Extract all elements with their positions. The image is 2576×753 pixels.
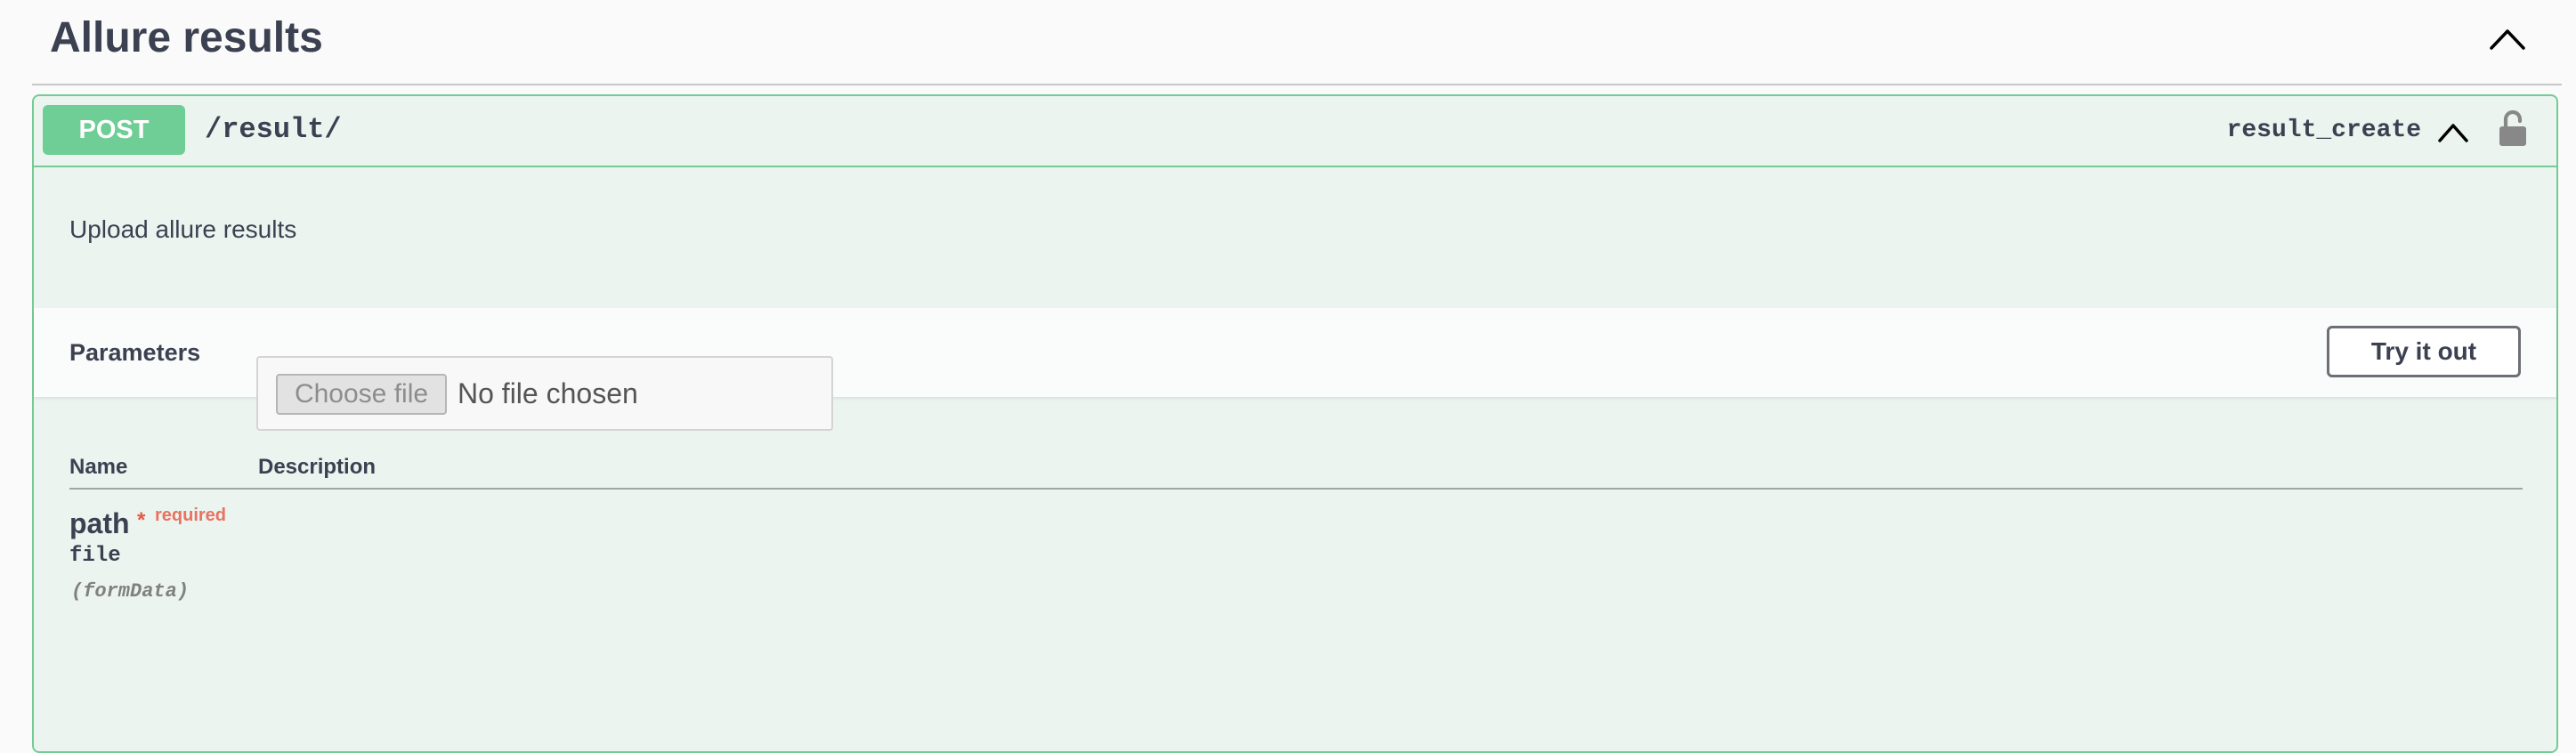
required-marker: * (137, 508, 146, 532)
operation-summary[interactable]: POST /result/ result_create (34, 96, 2556, 167)
unlocked-padlock-icon[interactable] (2498, 110, 2528, 146)
parameter-row: path * required file (formData) (69, 506, 2523, 612)
parameters-title: Parameters (69, 339, 201, 366)
tag-section: Allure results POST /result/ result_crea… (32, 0, 2562, 753)
parameter-type: file (69, 544, 121, 568)
column-header-description: Description (258, 455, 377, 479)
tag-title: Allure results (50, 14, 323, 61)
operation-block: POST /result/ result_create Upload allur… (32, 94, 2558, 753)
try-it-out-button[interactable]: Try it out (2327, 326, 2521, 377)
parameter-name: path (69, 507, 130, 539)
parameter-location: (formData) (71, 580, 190, 603)
parameters-table-header: Name Description (69, 452, 2523, 490)
column-header-name: Name (69, 455, 128, 479)
operation-path: /result/ (205, 113, 342, 146)
required-label: required (155, 506, 227, 525)
operation-description: Upload allure results (69, 215, 297, 243)
operation-id: result_create (2226, 117, 2421, 144)
tag-header[interactable]: Allure results (32, 0, 2562, 85)
file-status-text: No file chosen (458, 377, 638, 409)
file-input[interactable]: Choose file No file chosen (256, 356, 833, 431)
method-badge: POST (43, 105, 185, 155)
chevron-up-icon[interactable] (2435, 114, 2471, 148)
chevron-up-icon[interactable] (2487, 20, 2528, 55)
choose-file-button[interactable]: Choose file (276, 374, 447, 415)
